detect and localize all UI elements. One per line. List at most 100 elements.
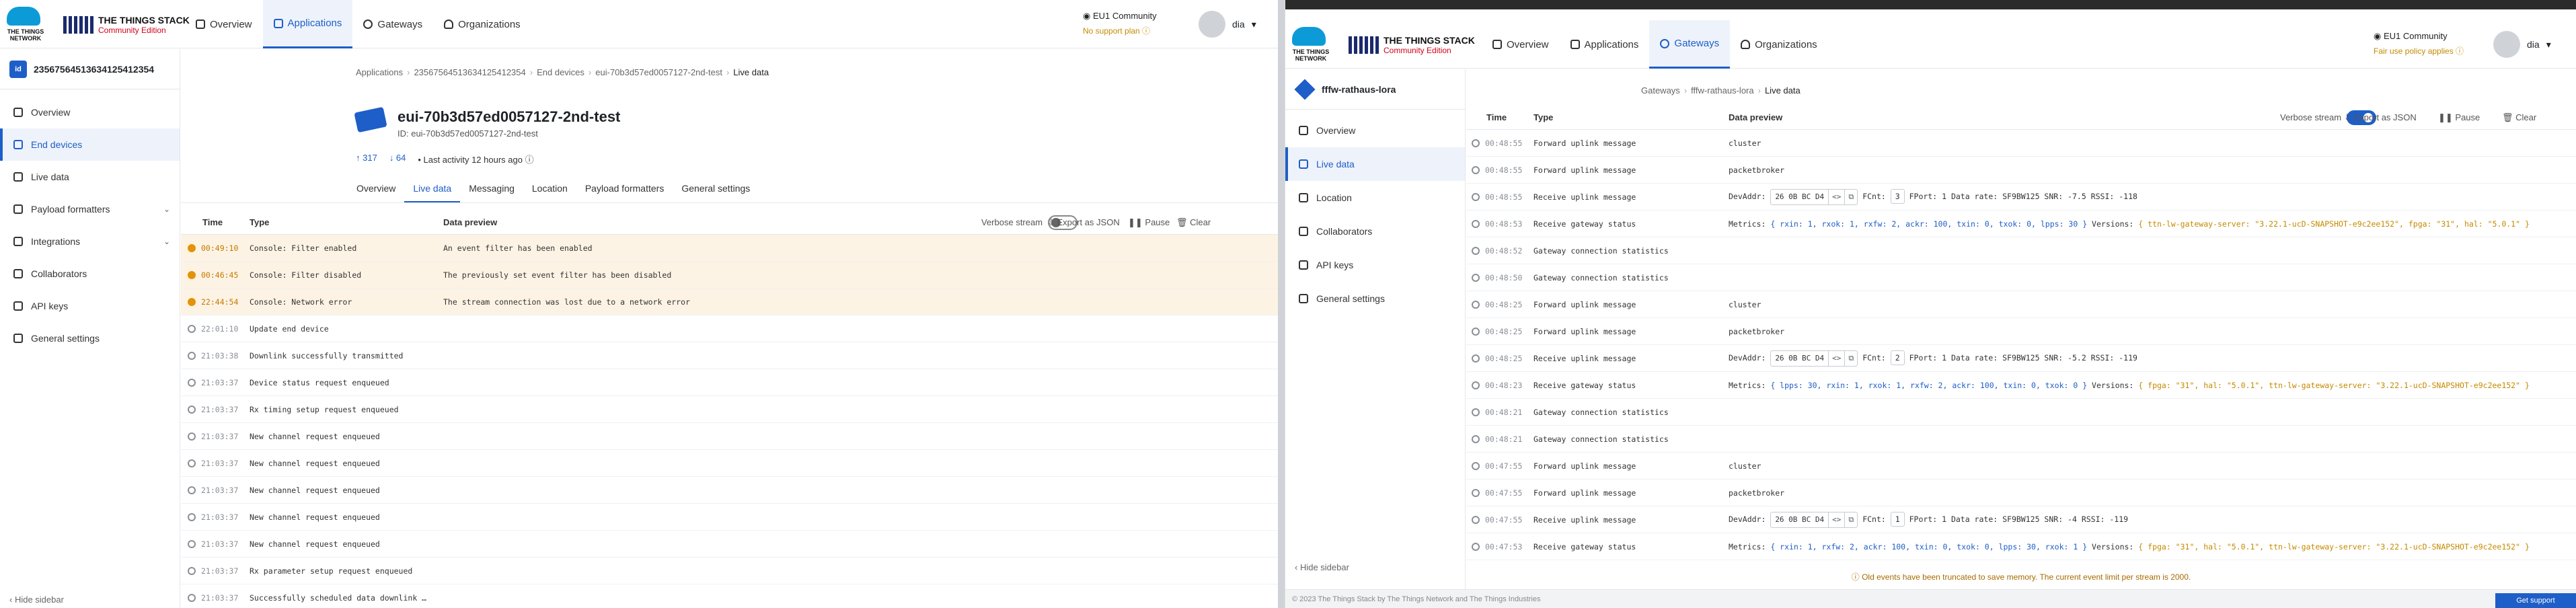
table-row[interactable]: 00:48:25 Forward uplink message packetbrok…	[1466, 318, 2576, 345]
sidebar-item-label: API keys	[1316, 260, 1354, 270]
table-row[interactable]: 21:03:37 Successfully scheduled data down…	[181, 584, 1278, 608]
toggle-format-icon[interactable]: <>	[1828, 189, 1844, 204]
table-row[interactable]: 00:47:55 Forward uplink message cluster	[1466, 453, 2576, 480]
sidebar-item-api-keys[interactable]: API keys	[1285, 248, 1465, 282]
table-row[interactable]: 00:48:52 Gateway connection statistics	[1466, 237, 2576, 264]
sidebar-item-api-keys[interactable]: API keys	[0, 290, 180, 322]
versions-label: Versions:	[2087, 219, 2139, 229]
sidebar-item-overview[interactable]: Overview	[1285, 114, 1465, 147]
nav-applications[interactable]: Applications	[1560, 20, 1650, 69]
copy-icon[interactable]: ⧉	[1844, 189, 1857, 204]
table-row[interactable]: 21:03:37 Rx parameter setup request enque…	[181, 558, 1278, 584]
tab-payload-formatters[interactable]: Payload formatters	[576, 176, 673, 202]
breadcrumb-item[interactable]: eui-70b3d57ed0057127-2nd-test	[595, 67, 722, 77]
table-row[interactable]: 00:48:53 Receive gateway status Metrics: {…	[1466, 211, 2576, 237]
tab-general-settings[interactable]: General settings	[673, 176, 759, 202]
hide-sidebar-button[interactable]: ‹ Hide sidebar	[1295, 562, 1349, 576]
table-row[interactable]: 00:47:55 Receive uplink message DevAddr: 2…	[1466, 506, 2576, 533]
table-row[interactable]: 00:48:55 Forward uplink message packetbrok…	[1466, 157, 2576, 184]
col-type: Type	[250, 217, 270, 227]
table-row[interactable]: 22:01:10 Update end device	[181, 315, 1278, 342]
breadcrumb-item[interactable]: fffw-rathaus-lora	[1691, 85, 1753, 96]
sidebar-item-end-devices[interactable]: End devices	[0, 128, 180, 161]
table-row[interactable]: 00:47:55 Forward uplink message packetbrok…	[1466, 480, 2576, 506]
breadcrumb-item[interactable]: Gateways	[1641, 85, 1680, 96]
table-row[interactable]: 00:48:25 Forward uplink message cluster	[1466, 291, 2576, 318]
event-preview: Metrics: { rxin: 1, rxfw: 2, ackr: 100, …	[1729, 542, 2530, 552]
support-button[interactable]: Get support	[2495, 593, 2576, 608]
breadcrumb-item[interactable]: 23567564513634125412354	[414, 67, 525, 77]
table-row[interactable]: 00:48:55 Forward uplink message cluster	[1466, 130, 2576, 157]
sidebar-item-integrations[interactable]: Integrations ⌄	[0, 225, 180, 258]
table-row[interactable]: 00:47:53 Receive gateway status Metrics: {…	[1466, 533, 2576, 560]
table-row[interactable]: 00:49:10 Console: Filter enabled An event …	[181, 235, 1278, 262]
table-row[interactable]: 21:03:38 Downlink successfully transmitte…	[181, 342, 1278, 369]
copy-icon[interactable]: ⧉	[1844, 512, 1857, 527]
sidebar-item-overview[interactable]: Overview	[0, 96, 180, 128]
user-menu[interactable]: dia ▾	[1199, 11, 1256, 38]
table-row[interactable]: 21:03:37 Device status request enqueued	[181, 369, 1278, 396]
toggle-format-icon[interactable]: <>	[1828, 512, 1844, 527]
fair-use-policy[interactable]: Fair use policy applies ⓘ	[2374, 45, 2464, 56]
breadcrumb-item[interactable]: Applications	[356, 67, 403, 77]
table-row[interactable]: 21:03:37 New channel request enqueued	[181, 504, 1278, 531]
clear-button[interactable]: 🗑 Clear	[2502, 112, 2536, 123]
table-row[interactable]: 00:48:55 Receive uplink message DevAddr: 2…	[1466, 184, 2576, 211]
support-plan[interactable]: No support plan ⓘ	[1083, 25, 1157, 36]
nav-overview[interactable]: Overview	[1482, 20, 1560, 69]
table-row[interactable]: 22:44:54 Console: Network error The stream…	[181, 289, 1278, 315]
sidebar-item-live-data[interactable]: Live data	[1285, 147, 1465, 181]
event-type: Receive uplink message	[1533, 353, 1636, 363]
event-preview: DevAddr: 26 0B BC D4 <> ⧉ FCnt: 1 FPort: 1…	[1729, 511, 2128, 528]
clear-button[interactable]: 🗑 Clear	[1176, 217, 1211, 228]
table-row[interactable]: 00:48:50 Gateway connection statistics	[1466, 264, 2576, 291]
table-row[interactable]: 21:03:37 New channel request enqueued	[181, 477, 1278, 504]
table-row[interactable]: 21:03:37 New channel request enqueued	[181, 450, 1278, 477]
sidebar-item-collaborators[interactable]: Collaborators	[0, 258, 180, 290]
export-json-button[interactable]: ⇩ Export as JSON	[2344, 112, 2417, 123]
nav-applications[interactable]: Applications	[262, 0, 353, 48]
pause-button[interactable]: ❚❚ Pause	[2438, 112, 2480, 123]
event-time: 00:48:25	[1485, 326, 1523, 336]
sidebar-item-general-settings[interactable]: General settings	[0, 322, 180, 354]
table-row[interactable]: 00:46:45 Console: Filter disabled The prev…	[181, 262, 1278, 289]
hide-sidebar-button[interactable]: ‹ Hide sidebar	[9, 595, 64, 608]
network-info[interactable]: ◉ EU1 Community Fair use policy applies …	[2374, 31, 2464, 56]
copy-icon[interactable]: ⧉	[1844, 350, 1857, 366]
table-row[interactable]: 21:03:37 New channel request enqueued	[181, 531, 1278, 558]
event-icon	[1472, 381, 1480, 389]
network-info[interactable]: ◉ EU1 Community No support plan ⓘ	[1083, 11, 1157, 36]
table-row[interactable]: 21:03:37 Rx timing setup request enqueued	[181, 396, 1278, 423]
nav-organizations[interactable]: Organizations	[433, 0, 531, 48]
event-type: Receive gateway status	[1533, 219, 1636, 229]
nav-gateways[interactable]: Gateways	[352, 0, 433, 48]
table-row[interactable]: 00:48:25 Receive uplink message DevAddr: 2…	[1466, 345, 2576, 372]
ttn-logo[interactable]: THE THINGS NETWORK	[1291, 26, 1329, 62]
tab-messaging[interactable]: Messaging	[460, 176, 523, 202]
sidebar-item-collaborators[interactable]: Collaborators	[1285, 215, 1465, 248]
toggle-format-icon[interactable]: <>	[1828, 350, 1844, 366]
table-row[interactable]: 21:03:37 New channel request enqueued	[181, 423, 1278, 450]
user-menu[interactable]: dia ▾	[2493, 31, 2551, 58]
sidebar-item-payload-formatters[interactable]: Payload formatters ⌄	[0, 193, 180, 225]
tab-live-data[interactable]: Live data	[404, 176, 461, 202]
export-json-button[interactable]: ⇩ Export as JSON	[1047, 217, 1120, 228]
table-row[interactable]: 00:48:23 Receive gateway status Metrics: {…	[1466, 372, 2576, 399]
tab-location[interactable]: Location	[523, 176, 576, 202]
tab-overview[interactable]: Overview	[348, 176, 404, 202]
sidebar-item-live-data[interactable]: Live data	[0, 161, 180, 193]
breadcrumb-item[interactable]: End devices	[537, 67, 584, 77]
ttn-logo[interactable]: THE THINGS NETWORK	[5, 5, 44, 42]
nav-gateways[interactable]: Gateways	[1649, 20, 1731, 69]
table-row[interactable]: 00:48:21 Gateway connection statistics	[1466, 399, 2576, 426]
breadcrumb-item: Live data	[1764, 85, 1801, 96]
pause-button[interactable]: ❚❚ Pause	[1128, 217, 1170, 228]
fport-label: FPort:	[1904, 514, 1942, 524]
sidebar-item-general-settings[interactable]: General settings	[1285, 282, 1465, 315]
nav-label: Overview	[1507, 38, 1549, 50]
nav-organizations[interactable]: Organizations	[1730, 20, 1828, 69]
table-row[interactable]: 00:48:21 Gateway connection statistics	[1466, 426, 2576, 453]
sidebar-item-location[interactable]: Location	[1285, 181, 1465, 215]
nav-overview[interactable]: Overview	[185, 0, 263, 48]
fport-label: FPort:	[1904, 352, 1942, 363]
